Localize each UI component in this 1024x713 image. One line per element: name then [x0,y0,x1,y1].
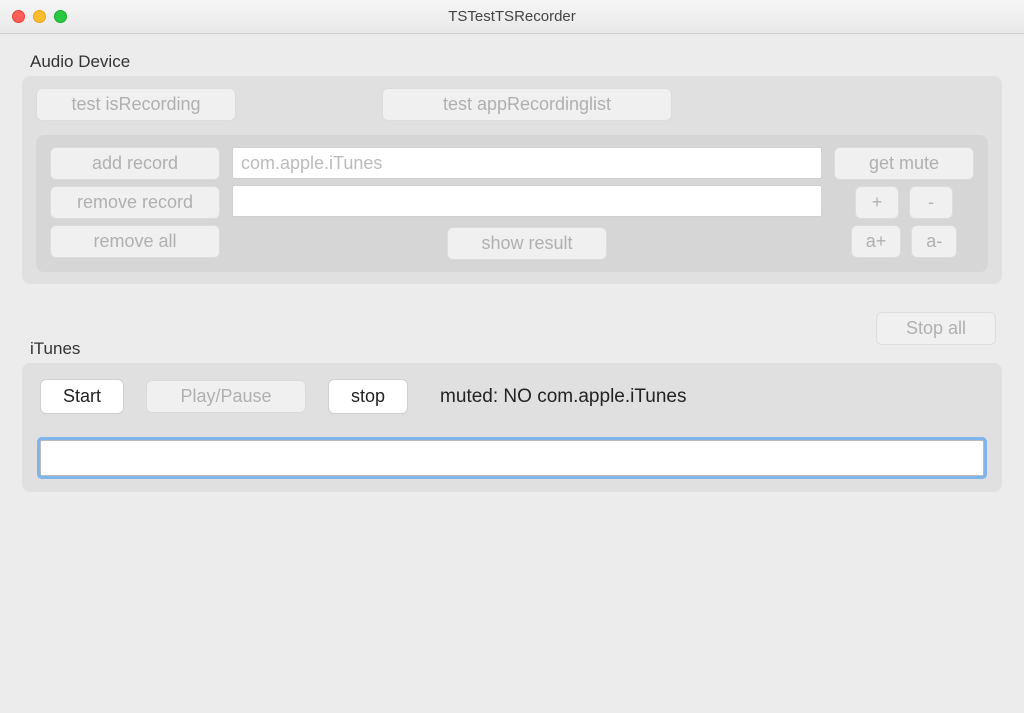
show-result-button[interactable]: show result [447,227,607,260]
minimize-window-button[interactable] [33,10,46,23]
plus-button[interactable]: + [855,186,899,219]
zoom-window-button[interactable] [54,10,67,23]
a-minus-button[interactable]: a- [911,225,957,258]
get-mute-button[interactable]: get mute [834,147,974,180]
minus-button[interactable]: - [909,186,953,219]
content-area: Audio Device test isRecording test appRe… [0,34,1024,510]
itunes-group: Start Play/Pause stop muted: NO com.appl… [22,363,1002,492]
record-input-1[interactable] [232,147,822,179]
stop-all-button[interactable]: Stop all [876,312,996,345]
stop-button[interactable]: stop [328,379,408,414]
remove-all-button[interactable]: remove all [50,225,220,258]
start-button[interactable]: Start [40,379,124,414]
mute-status-text: muted: NO com.apple.iTunes [440,386,686,408]
audio-device-label: Audio Device [30,52,1002,72]
right-buttons-column: get mute + - a+ a- [834,147,974,260]
titlebar: TSTestTSRecorder [0,0,1024,34]
itunes-main-input[interactable] [40,440,984,476]
add-record-button[interactable]: add record [50,147,220,180]
record-controls-box: add record remove record remove all show… [36,135,988,272]
record-input-2[interactable] [232,185,822,217]
close-window-button[interactable] [12,10,25,23]
audio-device-group: test isRecording test appRecordinglist a… [22,76,1002,284]
test-is-recording-button[interactable]: test isRecording [36,88,236,121]
left-buttons-column: add record remove record remove all [50,147,220,260]
middle-input-column: show result [232,147,822,260]
test-app-recording-list-button[interactable]: test appRecordinglist [382,88,672,121]
remove-record-button[interactable]: remove record [50,186,220,219]
itunes-label: iTunes [30,339,1002,359]
traffic-lights [12,10,67,23]
play-pause-button[interactable]: Play/Pause [146,380,306,413]
a-plus-button[interactable]: a+ [851,225,902,258]
window-title: TSTestTSRecorder [0,8,1024,25]
